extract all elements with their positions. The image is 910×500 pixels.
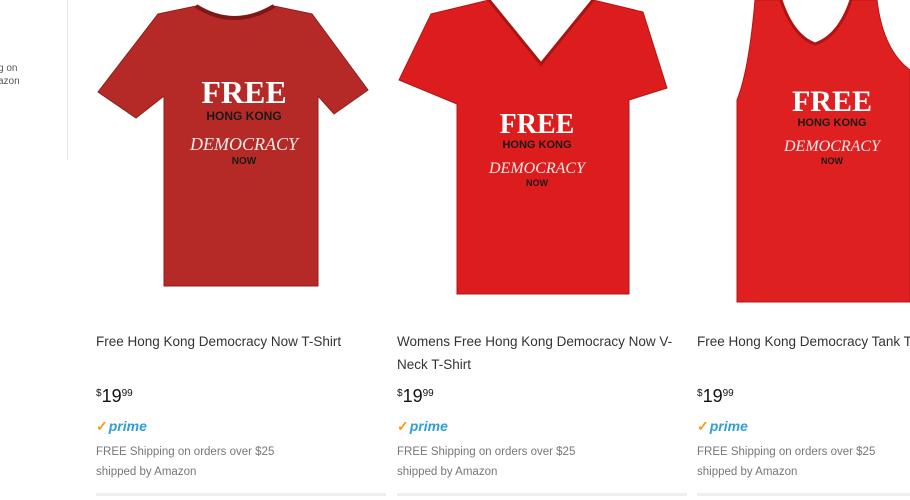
card-bottom-divider — [397, 493, 687, 496]
vneck-shirt-image: FREE HONG KONG DEMOCRACY NOW — [398, 0, 668, 295]
tshirt-image: FREE HONG KONG DEMOCRACY NOW — [97, 4, 369, 287]
sidebar-divider — [67, 0, 68, 160]
product-title-link[interactable]: Womens Free Hong Kong Democracy Now V-Ne… — [397, 330, 687, 376]
card-bottom-divider — [96, 493, 386, 496]
prime-badge: ✓prime — [397, 418, 448, 435]
price-currency: $ — [96, 388, 102, 399]
tank-top-image: FREE HONG KONG DEMOCRACY NOW — [736, 0, 910, 303]
prime-badge: ✓prime — [96, 418, 147, 435]
shipped-by-text: shipped by Amazon — [397, 466, 498, 478]
card-bottom-divider — [697, 493, 910, 496]
shipped-by-text: shipped by Amazon — [96, 466, 197, 478]
price-cents: 99 — [722, 388, 734, 399]
shipping-text: FREE Shipping on orders over $25 — [397, 446, 576, 458]
prime-check-icon: ✓ — [697, 418, 709, 434]
price-cents: 99 — [422, 388, 434, 399]
product-card: FREE HONG KONG DEMOCRACY NOW Womens Free… — [397, 0, 687, 500]
product-image[interactable]: FREE HONG KONG DEMOCRACY NOW — [96, 0, 386, 315]
print-hong-kong: HONG KONG — [502, 139, 571, 151]
print-hong-kong: HONG KONG — [797, 117, 866, 129]
prime-label: prime — [108, 418, 147, 434]
print-now: NOW — [526, 178, 549, 188]
prime-label: prime — [409, 418, 448, 434]
sidebar-text-line1: g on — [0, 63, 18, 74]
shipping-info: FREE Shipping on orders over $25 shipped… — [397, 442, 575, 482]
print-now: NOW — [821, 156, 844, 166]
price-whole: 19 — [402, 386, 423, 406]
price-cents: 99 — [121, 388, 133, 399]
sidebar-prime-filter-text[interactable]: g on azon — [0, 62, 20, 88]
filter-sidebar: g on azon — [0, 0, 68, 160]
print-now: NOW — [232, 156, 257, 167]
prime-check-icon: ✓ — [397, 418, 409, 434]
product-price: $1999 — [697, 386, 734, 407]
price-whole: 19 — [101, 386, 122, 406]
product-title-link[interactable]: Free Hong Kong Democracy Tank Top — [697, 330, 910, 353]
shipping-info: FREE Shipping on orders over $25 shipped… — [96, 442, 274, 482]
prime-badge: ✓prime — [697, 418, 748, 435]
product-image[interactable]: FREE HONG KONG DEMOCRACY NOW — [397, 0, 687, 315]
print-free: FREE — [500, 109, 575, 140]
shipping-info: FREE Shipping on orders over $25 shipped… — [697, 442, 875, 482]
product-image[interactable]: FREE HONG KONG DEMOCRACY NOW — [697, 0, 910, 315]
price-whole: 19 — [702, 386, 723, 406]
prime-label: prime — [709, 418, 748, 434]
product-card: FREE HONG KONG DEMOCRACY NOW Free Hong K… — [697, 0, 910, 500]
shipping-text: FREE Shipping on orders over $25 — [697, 446, 876, 458]
prime-check-icon: ✓ — [96, 418, 108, 434]
product-title-link[interactable]: Free Hong Kong Democracy Now T-Shirt — [96, 330, 386, 353]
product-price: $1999 — [96, 386, 133, 407]
print-democracy: DEMOCRACY — [488, 160, 587, 177]
print-free: FREE — [792, 85, 872, 118]
product-price: $1999 — [397, 386, 434, 407]
print-hong-kong: HONG KONG — [206, 109, 281, 123]
product-card: FREE HONG KONG DEMOCRACY NOW Free Hong K… — [96, 0, 386, 500]
price-currency: $ — [397, 388, 403, 399]
print-democracy: DEMOCRACY — [189, 134, 300, 154]
sidebar-text-line2: azon — [0, 76, 20, 87]
print-democracy: DEMOCRACY — [783, 138, 882, 155]
price-currency: $ — [697, 388, 703, 399]
shipping-text: FREE Shipping on orders over $25 — [96, 446, 275, 458]
shipped-by-text: shipped by Amazon — [697, 466, 798, 478]
print-free: FREE — [201, 74, 286, 110]
